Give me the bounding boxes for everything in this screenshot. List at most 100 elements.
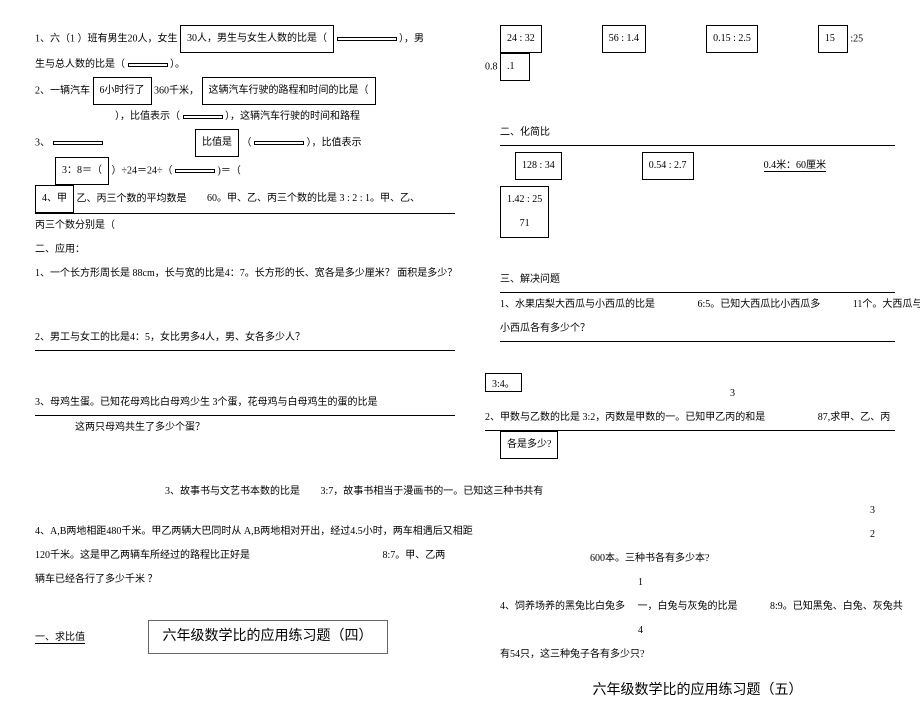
q9d-text: 辆车已经各行了多少千米 ？ [35, 574, 158, 585]
r8a-line: 4、饲养场养的黑兔比白兔多 一，白兔与灰兔的比是 8:9。已知黑兔、白兔、灰兔共 [500, 595, 895, 619]
r1d: 15 [818, 25, 848, 53]
q3a-blank: 3：8＝（ [55, 157, 109, 185]
r7num2: 2 [870, 529, 875, 540]
q4a-blank: 4、甲 [35, 185, 74, 213]
r2b: .1 [500, 53, 530, 81]
q3c-text: )＝（ [217, 165, 240, 176]
q4d-text: 丙三个数分别是（ [35, 220, 115, 231]
sec2r-text: 二、化简比 [500, 127, 550, 138]
r8a: 4、饲养场养的黑兔比白兔多 [500, 601, 625, 612]
r8c: 8:9。已知黑兔、白兔、灰兔共 [770, 601, 903, 612]
r5d-line: 小西瓜各有多少个？ [500, 317, 895, 342]
q2-blank1: 6小时行了 [93, 77, 152, 105]
q3row-line: 3、 比值是 （ ），比值表示 [35, 129, 455, 157]
q1-line: 1、六（1 ）班有男生20人，女生 30人，男生与女生人数的比是（ ），男 [35, 25, 455, 53]
q1-tail: ），男 [399, 33, 424, 44]
q3b-blank [175, 169, 215, 173]
r5c: 11个。大西瓜与 [853, 299, 920, 310]
q3-blank0 [53, 141, 103, 145]
q2e-line: ），比值表示（ ），这辆汽车行驶的时间和路程 [35, 105, 455, 129]
q3b-text: ）÷24＝24÷（ [112, 165, 173, 176]
q4b-text: 乙、丙三个数的平均数是 [77, 193, 187, 204]
q9a-line: 4、A,B两地相距480千米。甲乙两辆大巴同时从 A,B两地相对开出，经过4.5… [35, 520, 455, 544]
q2c-text: 360千米， [154, 85, 199, 96]
r7num1-line: 3 [500, 499, 875, 523]
q9b-line: 120千米。这是甲乙两辆车所经过的路程比正好是 8:7。甲、乙两 [35, 544, 455, 568]
r6num-line: 3 [730, 382, 895, 406]
r6num: 3 [730, 388, 735, 399]
q2f-text: ），这辆汽车行驶的时间和路程 [225, 111, 360, 122]
q5-text: 1、一个长方形周长是 88cm，长与宽的比是4：7。长方形的长、宽各是多少厘米？… [35, 268, 457, 279]
r1-line: 24 : 32 56 : 1.4 0.15 : 2.5 15 :25 [500, 25, 895, 53]
q4-line: 4、甲 乙、丙三个数的平均数是 60。甲、乙、丙三个数的比是 3 : 2 : 1… [35, 185, 455, 214]
r3-line: 128 : 34 0.54 : 2.7 0.4米：60厘米 [500, 152, 895, 180]
sec2-line: 二、应用： [35, 238, 455, 262]
q3b-line: 3：8＝（ ）÷24＝24÷（ )＝（ [55, 157, 455, 185]
q4c-text: 60。甲、乙、丙三个数的比是 3 : 2 : 1。甲、乙、 [207, 193, 420, 204]
footer-left-line: 一、求比值 六年级数学比的应用练习题（四） [35, 620, 455, 654]
r2-line: 0.8 .1 [485, 53, 895, 81]
sec3-line: 三、解决问题 [500, 268, 895, 293]
q7a-text: 3、母鸡生蛋。已知花母鸡比白母鸡少生 3个蛋，花母鸡与白母鸡生的蛋的比是 [35, 397, 378, 408]
q9d-line: 辆车已经各行了多少千米 ？ [35, 568, 455, 592]
q2g-blank: 比值是 [195, 129, 239, 157]
q8-line: 3、故事书与文艺书本数的比是 3:7，故事书相当于漫画书的一。已知这三种书共有 [165, 480, 455, 504]
q7b-box: 3:4。 [485, 373, 522, 392]
r1c: 0.15 : 2.5 [706, 25, 758, 53]
r3a: 128 : 34 [515, 152, 562, 180]
q2-blank2: 这辆汽车行驶的路程和时间的比是（ [202, 77, 376, 105]
r4a: 1.42 : 25 [507, 194, 542, 205]
r1e: :25 [850, 33, 863, 44]
q7c-line: 这两只母鸡共生了多少个蛋？ [75, 416, 455, 440]
r6a-line: 2、甲数与乙数的比是 3:2，丙数是甲数的一。已知甲乙丙的和是 87,求甲、乙、… [485, 406, 895, 431]
q7a-line: 3、母鸡生蛋。已知花母鸡比白母鸡少生 3个蛋，花母鸡与白母鸡生的蛋的比是 [35, 391, 455, 416]
r4-frac: 1.42 : 25 71 [500, 186, 549, 238]
r3b: 0.54 : 2.7 [642, 152, 694, 180]
r6b: 87,求甲、乙、丙 [818, 412, 891, 423]
r5-line: 1、水果店梨大西瓜与小西瓜的比是 6:5。已知大西瓜比小西瓜多 11个。大西瓜与 [500, 293, 895, 317]
q2h-blank [254, 141, 304, 145]
q4d-line: 丙三个数分别是（ [35, 214, 455, 238]
sec3-text: 三、解决问题 [500, 274, 560, 285]
r3c: 0.4米：60厘米 [764, 160, 827, 172]
r5b: 6:5。已知大西瓜比小西瓜多 [698, 299, 821, 310]
q1e-text: ）。 [170, 59, 185, 70]
q2e-text: ），比值表示（ [115, 111, 180, 122]
title-5: 六年级数学比的应用练习题（五） [500, 675, 895, 703]
q2-text: 2、一辆汽车 [35, 85, 90, 96]
q5-line: 1、一个长方形周长是 88cm，长与宽的比是4：7。长方形的长、宽各是多少厘米？… [35, 262, 455, 286]
r2a: 0.8 [485, 61, 498, 72]
q2i-text: ），比值表示 [307, 137, 362, 148]
r8d-line: 有54只，这三种兔子各有多少只? [500, 643, 895, 667]
r6a: 2、甲数与乙数的比是 3:2，丙数是甲数的一。已知甲乙丙的和是 [485, 412, 765, 423]
q1d-blank [128, 63, 168, 67]
q3-text: 3、 [35, 137, 50, 148]
r5a: 1、水果店梨大西瓜与小西瓜的比是 [500, 299, 655, 310]
r4-line: 1.42 : 25 71 [500, 186, 895, 238]
q8a-text: 3、故事书与文艺书本数的比是 [165, 486, 300, 497]
q2e-blank [183, 115, 223, 119]
title-5-text: 六年级数学比的应用练习题（五） [593, 683, 803, 698]
r5d: 小西瓜各有多少个？ [500, 323, 590, 334]
r7a-line: 600本。三种书各有多少本? [590, 547, 895, 571]
r8d: 有54只，这三种兔子各有多少只? [500, 649, 644, 660]
r7num1: 3 [870, 505, 875, 516]
q2h-text: （ [242, 137, 252, 148]
r8num2-line: 4 [638, 619, 895, 643]
r6c: 各是多少? [500, 431, 558, 459]
r1b: 56 : 1.4 [602, 25, 646, 53]
r8b: 一，白兔与灰兔的比是 [638, 601, 738, 612]
q9b-text: 120千米。这是甲乙两辆车所经过的路程比正好是 [35, 550, 250, 561]
r7a: 600本。三种书各有多少本? [590, 553, 709, 564]
q1d-line: 生与总人数的比是（ ）。 [35, 53, 455, 77]
title-4-box: 六年级数学比的应用练习题（四） [148, 620, 388, 654]
r8num2: 4 [638, 625, 643, 636]
sec2-text: 二、应用： [35, 244, 85, 255]
r8num1-line: 1 [638, 571, 895, 595]
q7c-text: 这两只母鸡共生了多少个蛋？ [75, 422, 205, 433]
q1-blank2 [337, 37, 397, 41]
r6c-line: 各是多少? [500, 431, 895, 459]
q6-line: 2、男工与女工的比是4：5，女比男多4人，男、女各多少人？ [35, 326, 455, 351]
q1-text: 1、六（1 ）班有男生20人，女生 [35, 33, 178, 44]
q9a-text: 4、A,B两地相距480千米。甲乙两辆大巴同时从 A,B两地相对开出，经过4.5… [35, 526, 473, 537]
